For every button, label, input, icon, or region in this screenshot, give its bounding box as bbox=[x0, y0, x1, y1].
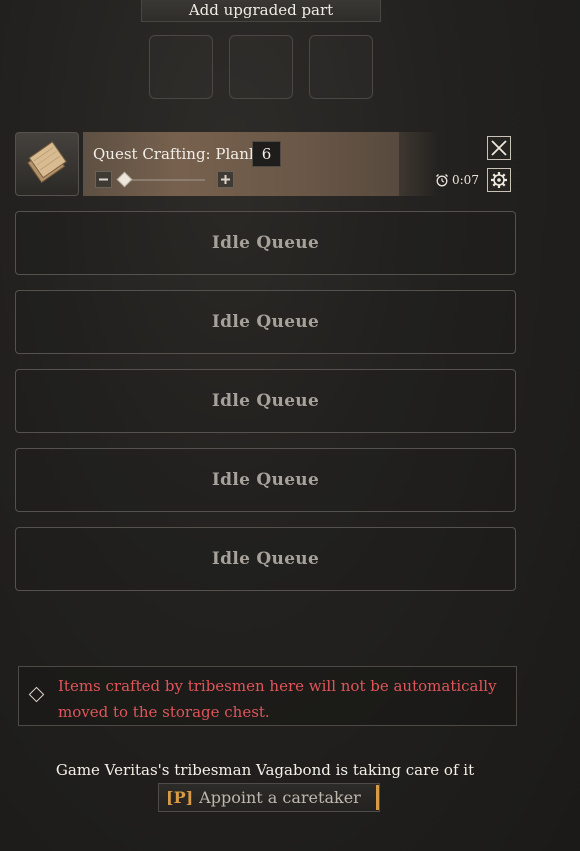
crafting-item-thumbnail[interactable] bbox=[15, 132, 79, 196]
gear-icon bbox=[491, 172, 507, 188]
upgrade-slot-1[interactable] bbox=[149, 35, 213, 99]
appoint-caretaker-button[interactable]: [P] Appoint a caretaker bbox=[158, 783, 380, 812]
hotkey-label: [P] bbox=[166, 788, 194, 807]
appoint-caretaker-label: Appoint a caretaker bbox=[199, 788, 361, 807]
plank-icon bbox=[27, 141, 67, 184]
crafting-progress-panel bbox=[83, 132, 399, 196]
craft-settings-button[interactable] bbox=[487, 168, 511, 192]
minus-icon bbox=[99, 178, 108, 181]
upgrade-slot-2[interactable] bbox=[229, 35, 293, 99]
craft-timer: 0:07 bbox=[435, 173, 479, 187]
caretaker-status: Game Veritas's tribesman Vagabond is tak… bbox=[55, 761, 475, 779]
idle-queue-slot-3[interactable]: Idle Queue bbox=[15, 369, 516, 433]
warning-line-2: moved to the storage chest. bbox=[58, 703, 270, 721]
plus-icon bbox=[221, 175, 230, 184]
increase-quantity-button[interactable] bbox=[217, 171, 234, 188]
close-icon bbox=[491, 140, 507, 156]
crafting-title: Quest Crafting: Plank bbox=[93, 145, 258, 163]
warning-line-1: Items crafted by tribesmen here will not… bbox=[58, 677, 497, 695]
quantity-field[interactable]: 6 bbox=[252, 141, 281, 167]
quantity-slider-track[interactable] bbox=[120, 179, 205, 181]
alarm-clock-icon bbox=[436, 174, 448, 187]
craft-timer-value: 0:07 bbox=[452, 173, 479, 187]
upgrade-slot-3[interactable] bbox=[309, 35, 373, 99]
storage-warning-text: Items crafted by tribesmen here will not… bbox=[58, 673, 508, 725]
cancel-craft-button[interactable] bbox=[487, 136, 511, 160]
decrease-quantity-button[interactable] bbox=[95, 171, 112, 188]
idle-queue-slot-1[interactable]: Idle Queue bbox=[15, 211, 516, 275]
button-accent-edge bbox=[376, 785, 379, 810]
idle-queue-slot-2[interactable]: Idle Queue bbox=[15, 290, 516, 354]
add-upgraded-part-title: Add upgraded part bbox=[141, 0, 381, 22]
idle-queue-slot-4[interactable]: Idle Queue bbox=[15, 448, 516, 512]
idle-queue-slot-5[interactable]: Idle Queue bbox=[15, 527, 516, 591]
